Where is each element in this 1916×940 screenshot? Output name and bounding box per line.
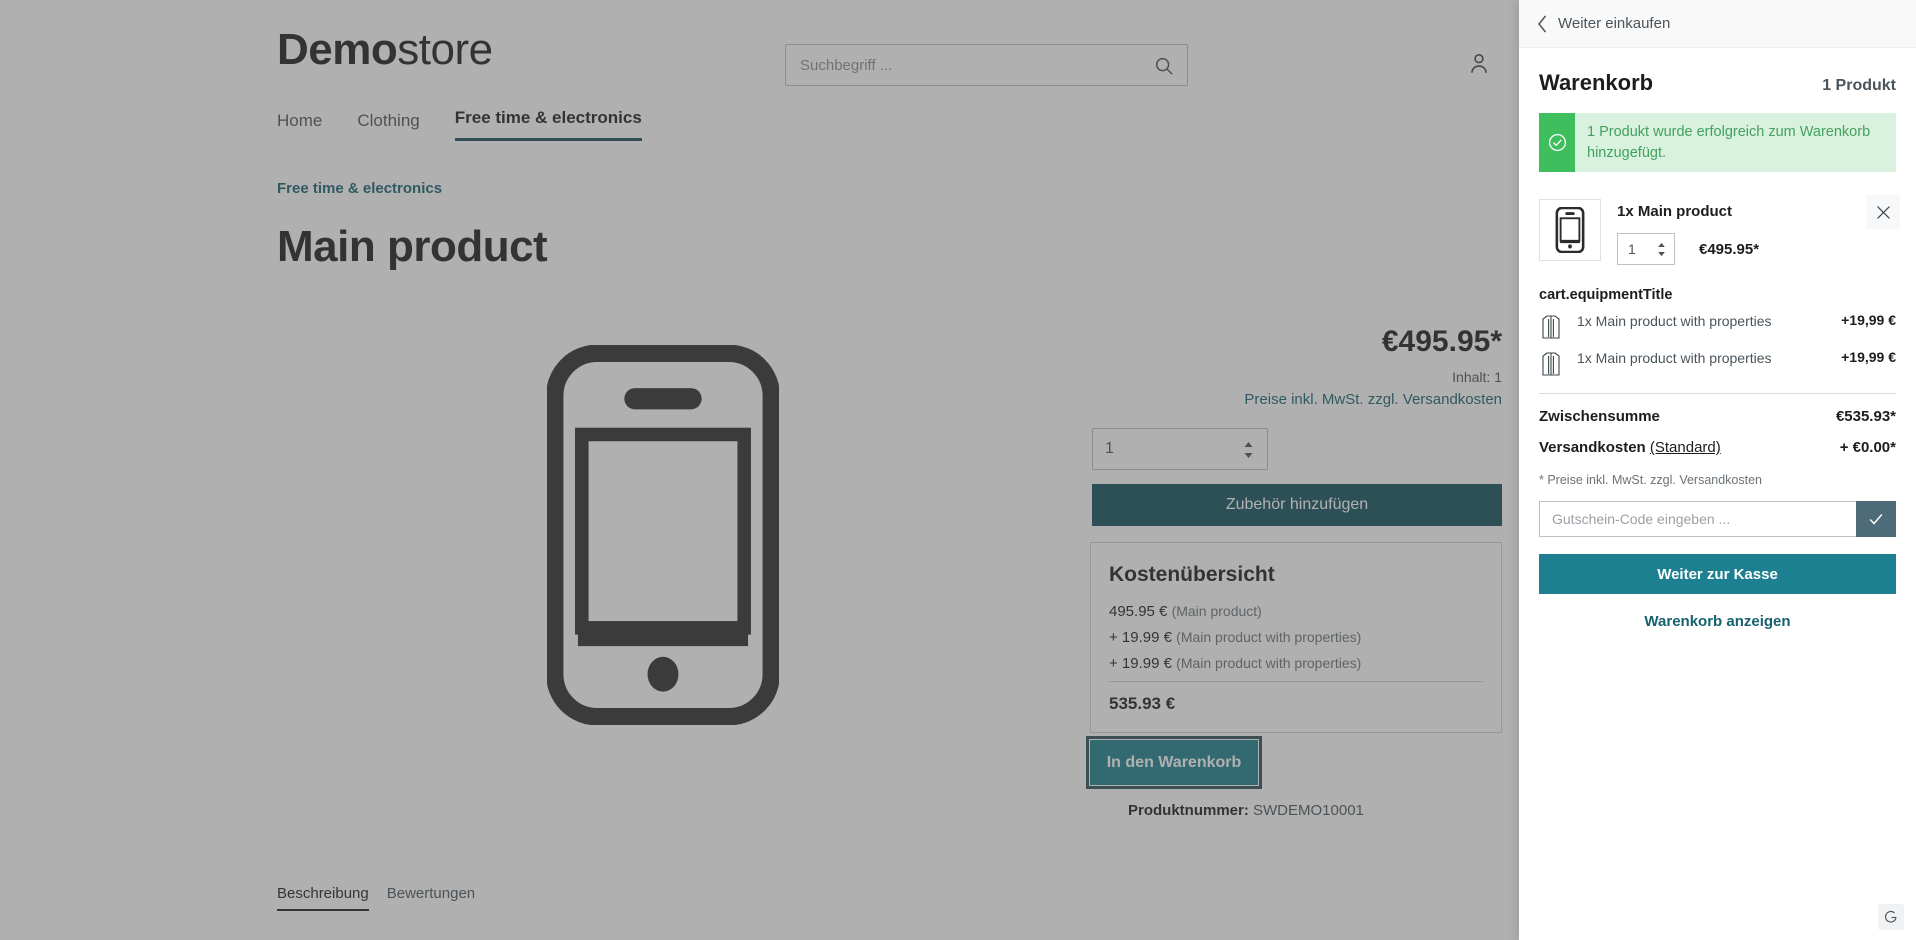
divider (1539, 393, 1896, 395)
equipment-row: 1x Main product with properties +19,99 € (1539, 349, 1896, 377)
modal-backdrop[interactable] (0, 0, 1519, 940)
coupon-form (1539, 501, 1896, 538)
equipment-price: +19,99 € (1841, 349, 1896, 366)
line-item-thumbnail[interactable] (1539, 199, 1601, 262)
spinner-icon[interactable] (1657, 242, 1666, 257)
shipping-value: + €0.00* (1839, 439, 1896, 457)
cart-title: Warenkorb (1539, 70, 1654, 95)
cart-item-count: 1 Produkt (1822, 77, 1896, 94)
line-item-details: 1x Main product 1 €495.95* (1617, 199, 1896, 266)
jacket-icon (1542, 315, 1560, 339)
success-alert: 1 Produkt wurde erfolgreich zum Warenkor… (1539, 113, 1896, 173)
shipping-method-link[interactable]: (Standard) (1650, 439, 1721, 456)
apply-coupon-button[interactable] (1856, 501, 1896, 538)
close-icon (1876, 205, 1890, 219)
cart-body: Warenkorb 1 Produkt 1 Produkt wurde erfo… (1519, 48, 1916, 630)
coupon-input[interactable] (1539, 501, 1856, 538)
shopware-badge-icon[interactable] (1878, 904, 1904, 930)
subtotal-value: €535.93* (1835, 408, 1896, 426)
chevron-left-icon[interactable] (1537, 15, 1548, 33)
success-alert-text: 1 Produkt wurde erfolgreich zum Warenkor… (1587, 124, 1871, 161)
cart-tax-note: * Preise inkl. MwSt. zzgl. Versandkosten (1539, 473, 1763, 488)
line-item-quantity-stepper[interactable]: 1 (1617, 233, 1675, 266)
cart-line-item: 1x Main product 1 €495.95* (1539, 195, 1900, 266)
subtotal-row: Zwischensumme €535.93* (1539, 408, 1896, 425)
equipment-section-title: cart.equipmentTitle (1539, 287, 1673, 304)
jacket-icon (1542, 352, 1560, 376)
line-item-price: €495.95* (1699, 240, 1760, 258)
line-item-quantity-value: 1 (1628, 241, 1636, 258)
equipment-name: 1x Main product with properties (1577, 313, 1772, 330)
offcanvas-cart: Weiter einkaufen Warenkorb 1 Produkt 1 P… (1519, 0, 1916, 940)
cart-back-bar[interactable]: Weiter einkaufen (1519, 0, 1916, 48)
shipping-label-text: Versandkosten (1539, 439, 1646, 457)
shipping-label: Versandkosten (Standard) (1539, 439, 1721, 456)
line-item-name: 1x Main product (1617, 203, 1733, 221)
app-root: Demostore Home Clothing Free time & elec… (0, 0, 1916, 940)
continue-shopping-label: Weiter einkaufen (1558, 15, 1671, 32)
line-item-controls: 1 €495.95* (1617, 233, 1896, 266)
check-circle-icon (1539, 113, 1575, 173)
subtotal-label: Zwischensumme (1539, 408, 1660, 426)
shipping-row: Versandkosten (Standard) + €0.00* (1539, 439, 1896, 456)
cart-header: Warenkorb 1 Produkt (1539, 70, 1896, 96)
equipment-name: 1x Main product with properties (1577, 350, 1772, 367)
equipment-row: 1x Main product with properties +19,99 € (1539, 312, 1896, 340)
phone-icon (1555, 207, 1585, 254)
remove-line-item-button[interactable] (1866, 195, 1900, 230)
check-icon (1869, 514, 1883, 525)
checkout-button[interactable]: Weiter zur Kasse (1539, 554, 1896, 595)
equipment-price: +19,99 € (1841, 312, 1896, 329)
view-cart-link[interactable]: Warenkorb anzeigen (1539, 613, 1896, 630)
